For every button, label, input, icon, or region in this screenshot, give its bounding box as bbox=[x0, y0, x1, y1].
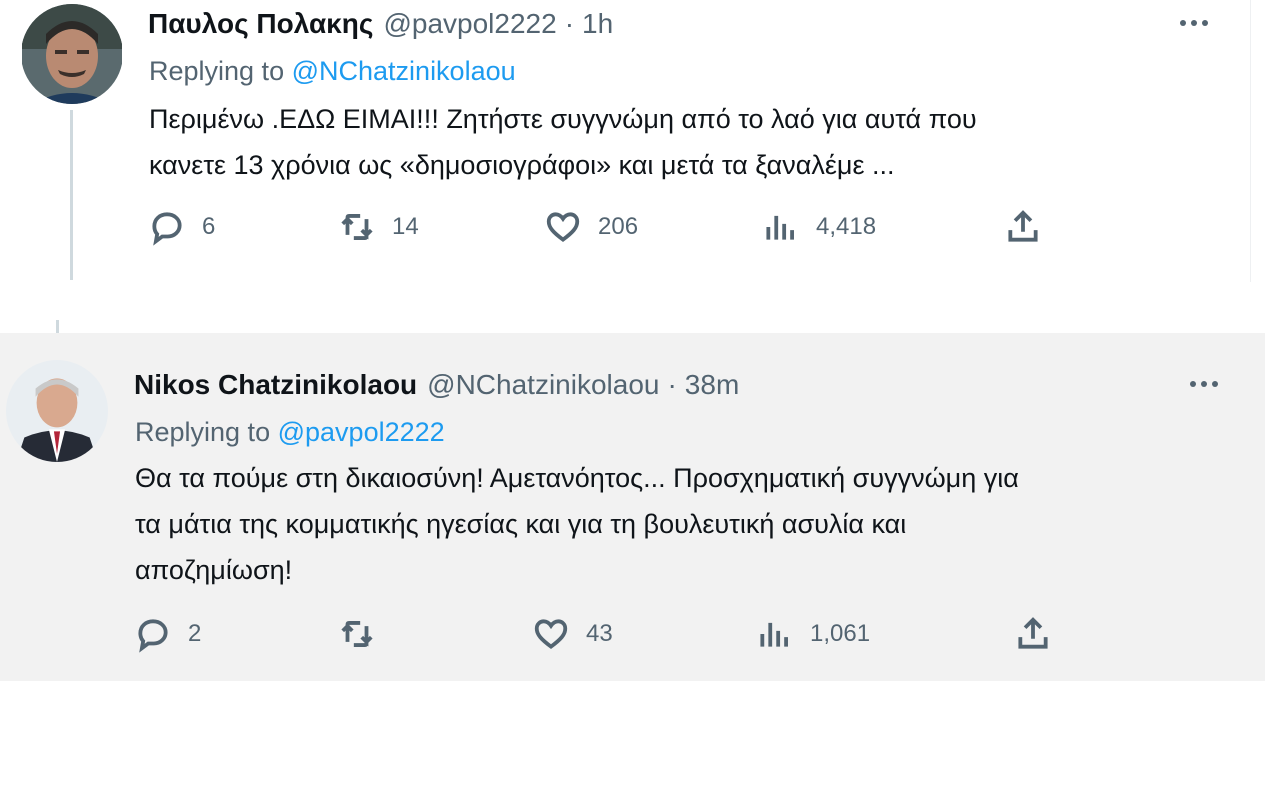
retweet-button[interactable]: 14 bbox=[338, 208, 419, 246]
avatar-image bbox=[22, 4, 122, 104]
share-icon bbox=[1018, 617, 1048, 649]
more-dot bbox=[1201, 381, 1207, 387]
reply-count: 2 bbox=[188, 620, 202, 647]
reply-icon bbox=[138, 619, 168, 653]
share-icon bbox=[1008, 210, 1038, 242]
like-button[interactable]: 206 bbox=[544, 208, 638, 246]
more-icon[interactable] bbox=[1190, 381, 1218, 387]
display-name[interactable]: Nikos Chatzinikolaou bbox=[134, 369, 417, 401]
thread-line bbox=[70, 110, 73, 280]
more-dot bbox=[1202, 20, 1208, 26]
action-bar: 2 43 1,061 bbox=[134, 615, 1084, 655]
avatar[interactable] bbox=[21, 4, 123, 104]
tweet-pavpol2222[interactable]: Παυλος Πολακης @pavpol2222 · 1h Replying… bbox=[0, 0, 1251, 282]
replying-prefix: Replying to bbox=[135, 417, 271, 447]
reply-mention-link[interactable]: @NChatzinikolaou bbox=[292, 56, 516, 86]
tweet-header: Παυλος Πολακης @pavpol2222 · 1h bbox=[148, 8, 613, 40]
thread-connector bbox=[56, 320, 59, 334]
like-button[interactable]: 43 bbox=[532, 615, 613, 653]
more-dot bbox=[1180, 20, 1186, 26]
views-button[interactable]: 1,061 bbox=[756, 615, 870, 653]
retweet-count: 14 bbox=[392, 213, 419, 240]
more-dot bbox=[1191, 20, 1197, 26]
tweet-nchatzinikolaou[interactable]: Nikos Chatzinikolaou @NChatzinikolaou · … bbox=[0, 333, 1265, 681]
like-count: 43 bbox=[586, 620, 613, 647]
timestamp[interactable]: 1h bbox=[582, 8, 613, 40]
tweet-text-line: τα μάτια της κομματικής ηγεσίας και για … bbox=[135, 509, 907, 539]
more-icon[interactable] bbox=[1180, 20, 1208, 26]
reply-button[interactable]: 2 bbox=[134, 615, 201, 653]
reply-icon bbox=[152, 212, 182, 246]
share-button[interactable] bbox=[1014, 615, 1052, 653]
share-button[interactable] bbox=[1004, 208, 1042, 246]
views-button[interactable]: 4,418 bbox=[762, 208, 876, 246]
replying-to: Replying to @NChatzinikolaou bbox=[149, 56, 516, 87]
tweet-text: Θα τα πούμε στη δικαιοσύνη! Αμετανόητος.… bbox=[135, 455, 1019, 593]
heart-icon bbox=[546, 212, 580, 243]
reply-mention-link[interactable]: @pavpol2222 bbox=[278, 417, 445, 447]
more-dot bbox=[1212, 381, 1218, 387]
retweet-icon bbox=[341, 214, 373, 240]
action-bar: 6 14 206 4,418 bbox=[148, 208, 1098, 248]
user-handle[interactable]: @NChatzinikolaou bbox=[427, 369, 659, 401]
separator: · bbox=[667, 369, 677, 400]
user-handle[interactable]: @pavpol2222 bbox=[383, 8, 556, 40]
views-count: 1,061 bbox=[810, 620, 871, 647]
tweet-text-line: κανετε 13 χρόνια ως «δημοσιογράφοι» και … bbox=[149, 150, 895, 180]
heart-icon bbox=[534, 619, 568, 650]
views-icon bbox=[766, 215, 794, 240]
avatar[interactable] bbox=[6, 360, 108, 462]
tweet-text: Περιμένω .ΕΔΩ ΕΙΜΑΙ!!! Ζητήστε συγγνώμη … bbox=[149, 96, 977, 188]
more-dot bbox=[1190, 381, 1196, 387]
tweet-header: Nikos Chatzinikolaou @NChatzinikolaou · … bbox=[134, 369, 739, 401]
timestamp[interactable]: 38m bbox=[685, 369, 739, 401]
retweet-icon bbox=[341, 621, 373, 647]
tweet-text-line: Περιμένω .ΕΔΩ ΕΙΜΑΙ!!! Ζητήστε συγγνώμη … bbox=[149, 104, 977, 134]
display-name[interactable]: Παυλος Πολακης bbox=[148, 8, 373, 40]
views-count: 4,418 bbox=[816, 213, 877, 240]
reply-button[interactable]: 6 bbox=[148, 208, 215, 246]
replying-prefix: Replying to bbox=[149, 56, 285, 86]
views-icon bbox=[760, 622, 788, 647]
avatar-image bbox=[6, 360, 108, 462]
tweet-text-line: Θα τα πούμε στη δικαιοσύνη! Αμετανόητος.… bbox=[135, 463, 1019, 493]
retweet-button[interactable] bbox=[338, 615, 392, 653]
separator: · bbox=[564, 8, 575, 39]
reply-count: 6 bbox=[202, 213, 216, 240]
like-count: 206 bbox=[598, 213, 639, 240]
replying-to: Replying to @pavpol2222 bbox=[135, 417, 445, 448]
tweet-text-line: αποζημίωση! bbox=[135, 555, 293, 585]
